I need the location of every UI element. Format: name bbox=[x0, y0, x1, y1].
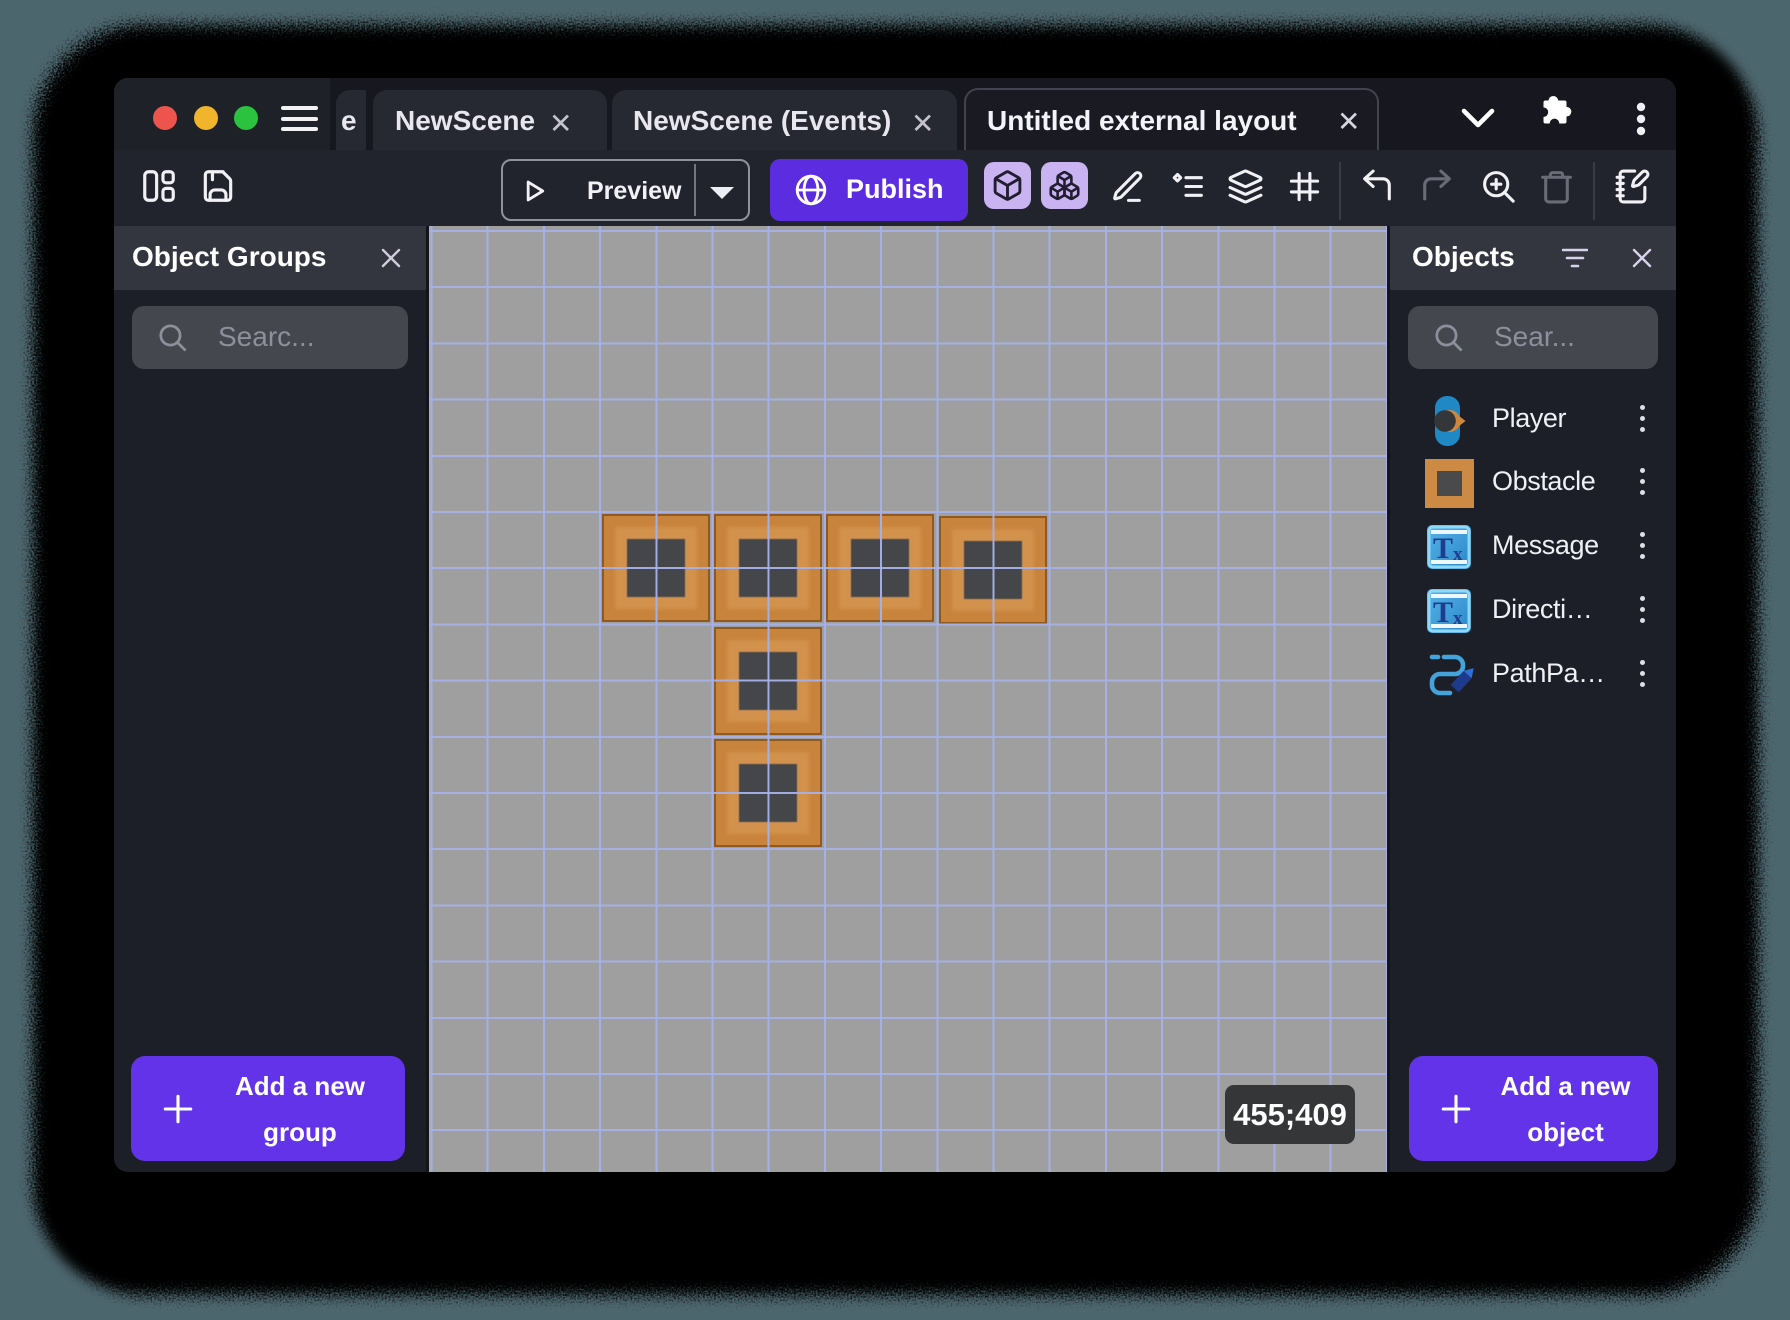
svg-text:T: T bbox=[1433, 532, 1453, 565]
svg-text:x: x bbox=[1453, 544, 1463, 565]
svg-text:T: T bbox=[1433, 596, 1453, 629]
svg-text:x: x bbox=[1453, 608, 1463, 629]
